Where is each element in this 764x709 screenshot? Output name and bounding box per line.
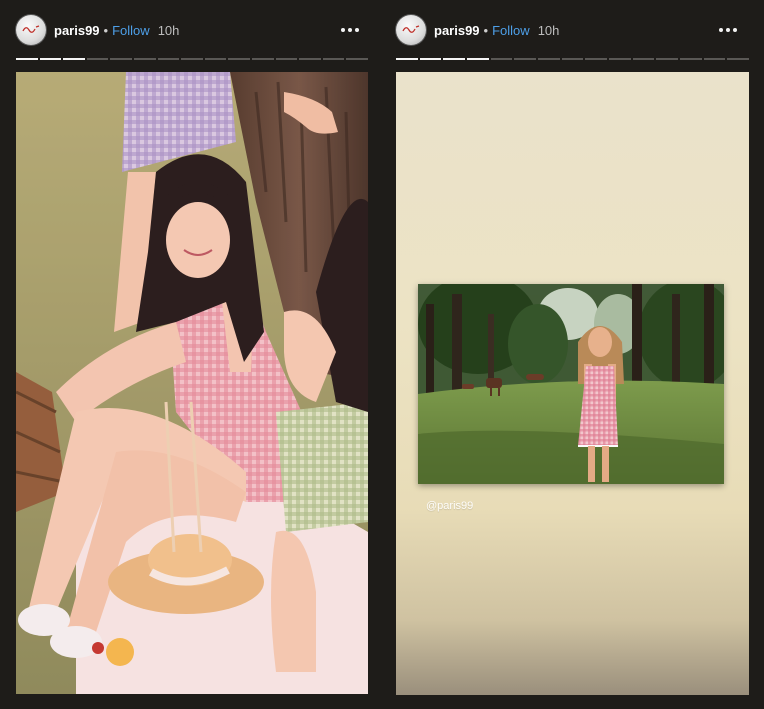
- more-options-icon[interactable]: [336, 20, 364, 40]
- story-progress-bar: [16, 58, 368, 61]
- progress-segment: [656, 58, 679, 60]
- progress-segment: [228, 58, 250, 60]
- progress-segment: [346, 58, 368, 60]
- progress-segment: [727, 58, 750, 60]
- story-header: paris99 • Follow 10h: [16, 14, 179, 46]
- progress-segment: [585, 58, 608, 60]
- progress-segment: [39, 58, 62, 60]
- progress-segment: [110, 58, 132, 60]
- separator-dot: •: [103, 22, 109, 38]
- progress-segment: [680, 58, 702, 60]
- progress-segment: [86, 58, 109, 60]
- reposted-photo[interactable]: [418, 284, 724, 484]
- forest-photo: [418, 284, 724, 484]
- progress-segment: [443, 58, 466, 60]
- progress-segment: [538, 58, 560, 60]
- follow-button[interactable]: Follow: [492, 23, 530, 38]
- follow-button[interactable]: Follow: [112, 23, 150, 38]
- progress-segment: [157, 58, 180, 60]
- timestamp: 10h: [537, 22, 560, 38]
- story-progress-bar: [396, 58, 750, 61]
- timestamp: 10h: [157, 22, 180, 38]
- progress-segment: [251, 58, 274, 60]
- progress-segment: [275, 58, 298, 60]
- progress-segment: [322, 58, 345, 60]
- progress-segment: [204, 58, 227, 60]
- progress-segment: [632, 58, 655, 60]
- story-media[interactable]: @paris99: [396, 72, 749, 695]
- avatar-logo-icon: [22, 25, 40, 33]
- story-panel-left: paris99 • Follow 10h: [0, 0, 382, 709]
- more-options-icon[interactable]: [714, 20, 742, 40]
- progress-segment: [514, 58, 537, 60]
- progress-segment: [703, 58, 726, 60]
- progress-segment: [63, 58, 85, 60]
- username[interactable]: paris99: [54, 23, 100, 38]
- progress-segment: [490, 58, 513, 60]
- progress-segment: [467, 58, 489, 60]
- progress-segment: [419, 58, 442, 60]
- mention-tag[interactable]: @paris99: [426, 500, 473, 512]
- progress-segment: [181, 58, 203, 60]
- story-header: paris99 • Follow 10h: [396, 14, 559, 46]
- story-media[interactable]: [16, 72, 368, 694]
- avatar[interactable]: [396, 15, 426, 45]
- progress-segment: [396, 58, 418, 60]
- username[interactable]: paris99: [434, 23, 480, 38]
- avatar[interactable]: [16, 15, 46, 45]
- progress-segment: [16, 58, 38, 60]
- story-panel-right: paris99 • Follow 10h @paris99: [382, 0, 764, 709]
- progress-segment: [609, 58, 631, 60]
- progress-segment: [299, 58, 321, 60]
- progress-segment: [133, 58, 156, 60]
- avatar-logo-icon: [402, 25, 420, 33]
- separator-dot: •: [483, 22, 489, 38]
- progress-segment: [561, 58, 584, 60]
- story-photo: [16, 72, 368, 694]
